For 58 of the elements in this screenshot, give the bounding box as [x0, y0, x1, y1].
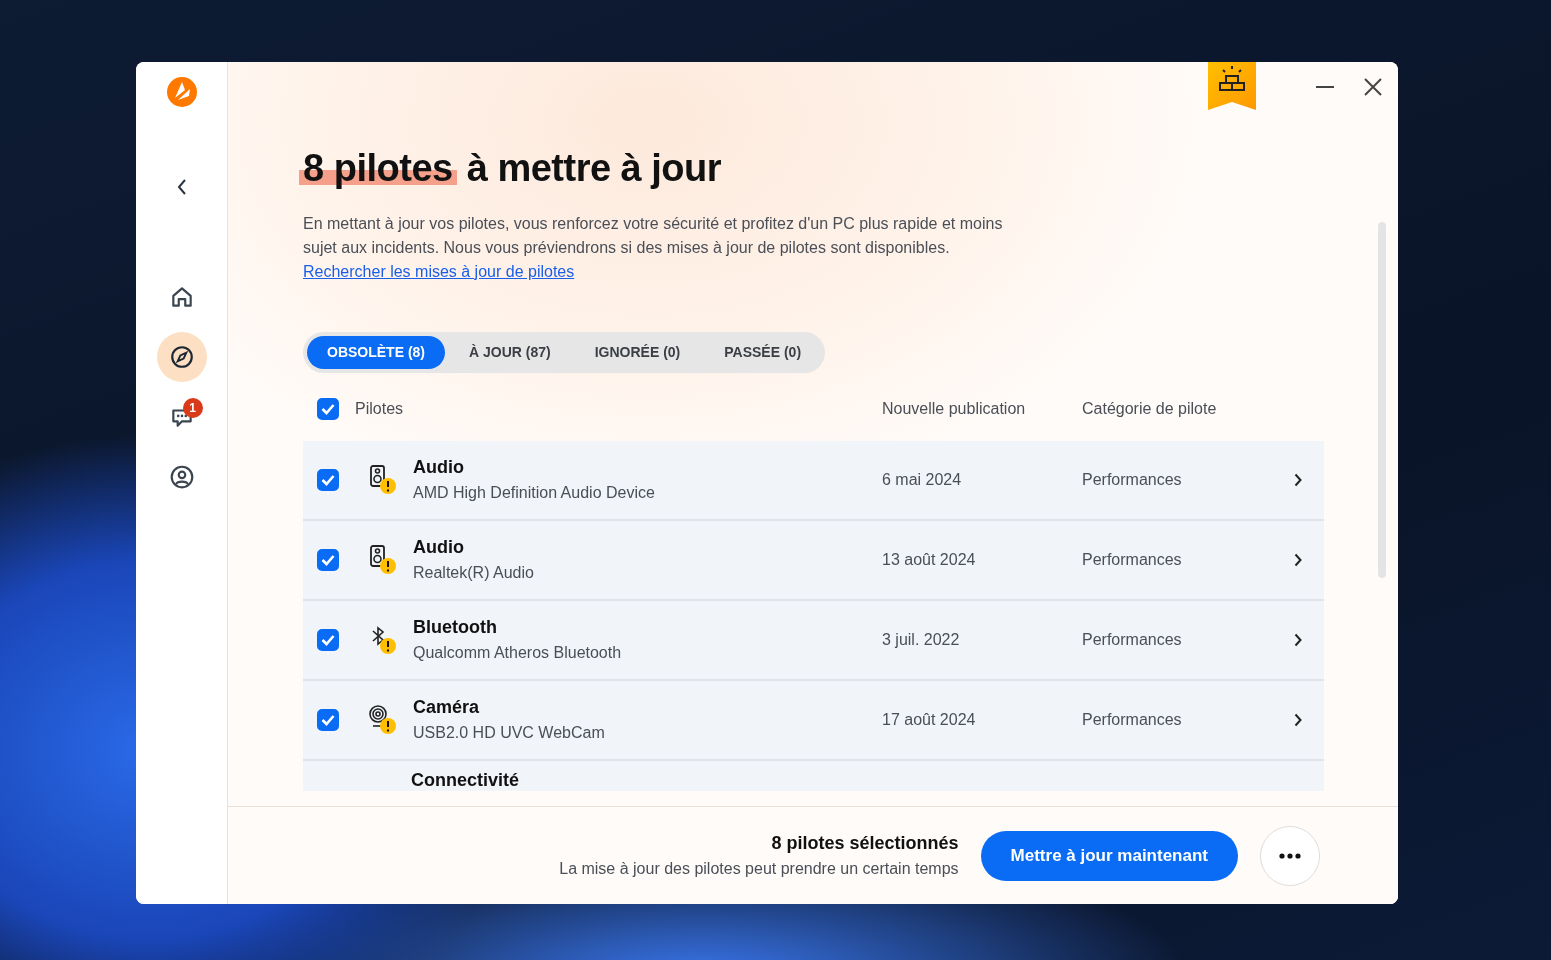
driver-name: Caméra: [413, 696, 481, 720]
speaker-icon: [367, 543, 397, 576]
chevron-right-icon[interactable]: [1294, 552, 1302, 567]
driver-category: Performances: [1082, 469, 1183, 490]
check-icon: [321, 553, 335, 566]
filter-tab[interactable]: PASSÉE (0): [704, 335, 822, 369]
release-date: 13 août 2024: [882, 549, 977, 570]
checkbox[interactable]: [317, 397, 339, 420]
filter-tab[interactable]: OBSOLÈTE (8): [307, 335, 445, 369]
checkbox[interactable]: [317, 708, 339, 731]
description-text: En mettant à jour vos pilotes, vous renforcez votre sécurité et profitez d'un PC plus rapide et moins sujet aux incidents. Nous vous préviendrons si des mises à jour de pilotes sont disponibles. Rechercher les mises à jour de pilotes: [303, 213, 1003, 282]
update-note: La mise à jour des pilotes peut prendre un certain temps: [559, 859, 959, 879]
search-updates-link[interactable]: Rechercher les mises à jour de pilotes: [303, 262, 575, 280]
driver-name: Connectivité: [411, 768, 520, 791]
driver-category: Performances: [1082, 549, 1183, 570]
check-icon: [321, 633, 335, 646]
checkbox[interactable]: [317, 548, 339, 571]
rewards-ribbon-icon[interactable]: [1208, 62, 1256, 112]
app-logo-icon: [165, 76, 198, 108]
driver-category: Performances: [1082, 629, 1183, 650]
driver-name: Audio: [413, 456, 465, 480]
heading-text: à mettre à jour: [466, 147, 722, 189]
chevron-right-icon[interactable]: [1294, 472, 1302, 487]
chevron-right-icon[interactable]: [1294, 632, 1302, 647]
device-name: Realtek(R) Audio: [413, 563, 534, 584]
nav-button[interactable]: [156, 332, 207, 382]
release-date: 6 mai 2024: [882, 469, 963, 490]
webcam-icon: [367, 703, 397, 736]
update-now-button[interactable]: Mettre à jour maintenant: [980, 830, 1238, 881]
device-name: Qualcomm Atheros Bluetooth: [413, 643, 622, 664]
chevron-right-icon[interactable]: [1294, 712, 1302, 727]
filter-tab[interactable]: À JOUR (87): [449, 335, 571, 369]
filter-tab[interactable]: IGNORÉE (0): [574, 335, 701, 369]
column-header: Catégorie de pilote: [1082, 398, 1218, 419]
user-icon: [168, 464, 195, 490]
release-date: 17 août 2024: [882, 709, 977, 730]
speaker-icon: [367, 463, 397, 496]
driver-category: Performances: [1082, 709, 1183, 730]
check-icon: [321, 402, 335, 415]
nav-button[interactable]: 1: [156, 392, 207, 442]
driver-name: Audio: [413, 536, 465, 560]
driver-name: Bluetooth: [413, 616, 498, 640]
check-icon: [321, 473, 335, 486]
back-icon[interactable]: [175, 178, 188, 196]
check-icon: [321, 713, 335, 726]
checkbox[interactable]: [317, 628, 339, 651]
notification-count: 1: [182, 398, 203, 418]
scrollbar[interactable]: [1378, 222, 1386, 578]
checkbox[interactable]: [317, 468, 339, 491]
column-header: Pilotes: [355, 398, 404, 419]
selected-count: 8 pilotes sélectionnés: [770, 832, 959, 855]
device-name: AMD High Definition Audio Device: [413, 483, 655, 504]
release-date: 3 juil. 2022: [882, 629, 961, 650]
more-icon: [1279, 852, 1301, 859]
column-header: Nouvelle publication: [882, 398, 1027, 419]
device-name: USB2.0 HD UVC WebCam: [413, 723, 605, 744]
close-icon[interactable]: [1364, 78, 1382, 96]
compass-icon: [168, 344, 195, 370]
